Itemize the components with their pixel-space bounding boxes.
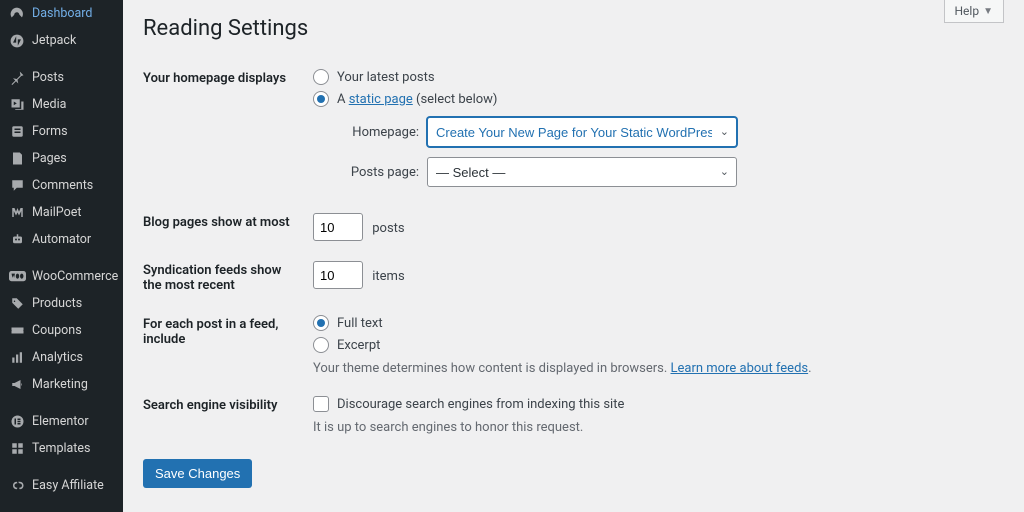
sidebar-item-label: Pages	[32, 151, 67, 166]
sidebar-item-label: Analytics	[32, 350, 83, 365]
settings-form: Your homepage displays Your latest posts…	[143, 59, 1004, 445]
homepage-select-label: Homepage:	[339, 125, 419, 140]
sidebar-item-label: WooCommerce	[32, 269, 118, 284]
radio-full-text-input[interactable]	[313, 315, 329, 331]
products-icon	[8, 295, 26, 313]
sidebar-item-label: Comments	[32, 178, 93, 193]
sidebar-item-label: Automator	[32, 232, 91, 247]
sidebar-item-label: Marketing	[32, 377, 88, 392]
forms-icon	[8, 123, 26, 141]
sidebar-item-forms[interactable]: Forms	[0, 118, 123, 145]
page-title: Reading Settings	[143, 16, 1004, 41]
sidebar-item-easy-affiliate[interactable]: Easy Affiliate	[0, 472, 123, 499]
row-label-seo: Search engine visibility	[143, 386, 313, 445]
comments-icon	[8, 177, 26, 195]
blog-pages-input[interactable]	[313, 213, 363, 241]
sidebar-item-marketing[interactable]: Marketing	[0, 371, 123, 398]
radio-label: Full text	[337, 316, 383, 331]
sidebar-item-media[interactable]: Media	[0, 91, 123, 118]
pages-icon	[8, 150, 26, 168]
row-label-blogpages: Blog pages show at most	[143, 203, 313, 251]
learn-more-feeds-link[interactable]: Learn more about feeds	[671, 361, 809, 376]
robot-icon	[8, 231, 26, 249]
analytics-icon	[8, 349, 26, 367]
sidebar-item-label: Templates	[32, 441, 90, 456]
homepage-select[interactable]: Create Your New Page for Your Static Wor…	[427, 117, 737, 147]
templates-icon	[8, 440, 26, 458]
postspage-select[interactable]: — Select —	[427, 157, 737, 187]
unit-label: items	[372, 269, 404, 284]
help-label: Help	[955, 4, 980, 18]
jetpack-icon	[8, 32, 26, 50]
seo-description: It is up to search engines to honor this…	[313, 420, 994, 435]
static-page-link[interactable]: static page	[349, 92, 413, 107]
main-content: Help ▼ Reading Settings Your homepage di…	[123, 0, 1024, 512]
sidebar-item-label: MailPoet	[32, 205, 81, 220]
sidebar-item-templates[interactable]: Templates	[0, 435, 123, 462]
sidebar-item-automator[interactable]: Automator	[0, 226, 123, 253]
sidebar-item-elementor[interactable]: Elementor	[0, 408, 123, 435]
help-tab[interactable]: Help ▼	[944, 0, 1005, 23]
woocommerce-icon	[8, 268, 26, 286]
radio-excerpt[interactable]: Excerpt	[313, 337, 994, 353]
sidebar-item-dashboard[interactable]: Dashboard	[0, 0, 123, 27]
sidebar-item-mailpoet[interactable]: MailPoet	[0, 199, 123, 226]
sidebar-item-analytics[interactable]: Analytics	[0, 344, 123, 371]
easy-affiliate-icon	[8, 477, 26, 495]
radio-full-text[interactable]: Full text	[313, 315, 994, 331]
gauge-icon	[8, 5, 26, 23]
row-label-syndication: Syndication feeds show the most recent	[143, 251, 313, 305]
sidebar-item-products[interactable]: Products	[0, 290, 123, 317]
admin-sidebar: Dashboard Jetpack Posts Media Forms Page…	[0, 0, 123, 512]
sidebar-item-comments[interactable]: Comments	[0, 172, 123, 199]
sidebar-item-label: Media	[32, 97, 66, 112]
radio-label: Your latest posts	[337, 70, 435, 85]
unit-label: posts	[372, 221, 404, 236]
chevron-down-icon: ▼	[983, 6, 993, 17]
elementor-icon	[8, 413, 26, 431]
sidebar-item-label: Posts	[32, 70, 64, 85]
checkbox-label: Discourage search engines from indexing …	[337, 397, 624, 412]
radio-static-page[interactable]: A static page (select below)	[313, 91, 994, 107]
syndication-input[interactable]	[313, 261, 363, 289]
sidebar-item-label: Forms	[32, 124, 68, 139]
megaphone-icon	[8, 376, 26, 394]
media-icon	[8, 96, 26, 114]
pin-icon	[8, 69, 26, 87]
feed-description: Your theme determines how content is dis…	[313, 361, 994, 376]
radio-label: A static page (select below)	[337, 92, 497, 107]
sidebar-item-label: Elementor	[32, 414, 89, 429]
sidebar-item-label: Jetpack	[32, 33, 76, 48]
mailpoet-icon	[8, 204, 26, 222]
sidebar-item-label: Products	[32, 296, 82, 311]
postspage-select-label: Posts page:	[339, 165, 419, 180]
sidebar-item-label: Dashboard	[32, 6, 92, 21]
sidebar-item-label: Easy Affiliate	[32, 478, 104, 493]
sidebar-item-coupons[interactable]: Coupons	[0, 317, 123, 344]
radio-latest-posts-input[interactable]	[313, 69, 329, 85]
radio-latest-posts[interactable]: Your latest posts	[313, 69, 994, 85]
radio-excerpt-input[interactable]	[313, 337, 329, 353]
sidebar-item-pages[interactable]: Pages	[0, 145, 123, 172]
coupons-icon	[8, 322, 26, 340]
sidebar-item-posts[interactable]: Posts	[0, 64, 123, 91]
sidebar-item-label: Coupons	[32, 323, 82, 338]
sidebar-item-jetpack[interactable]: Jetpack	[0, 27, 123, 54]
row-label-homepage: Your homepage displays	[143, 59, 313, 203]
save-changes-button[interactable]: Save Changes	[143, 459, 252, 488]
radio-label: Excerpt	[337, 338, 380, 353]
seo-checkbox[interactable]	[313, 396, 329, 412]
seo-checkbox-label[interactable]: Discourage search engines from indexing …	[313, 396, 994, 412]
sidebar-item-woocommerce[interactable]: WooCommerce	[0, 263, 123, 290]
row-label-feed: For each post in a feed, include	[143, 305, 313, 386]
radio-static-page-input[interactable]	[313, 91, 329, 107]
